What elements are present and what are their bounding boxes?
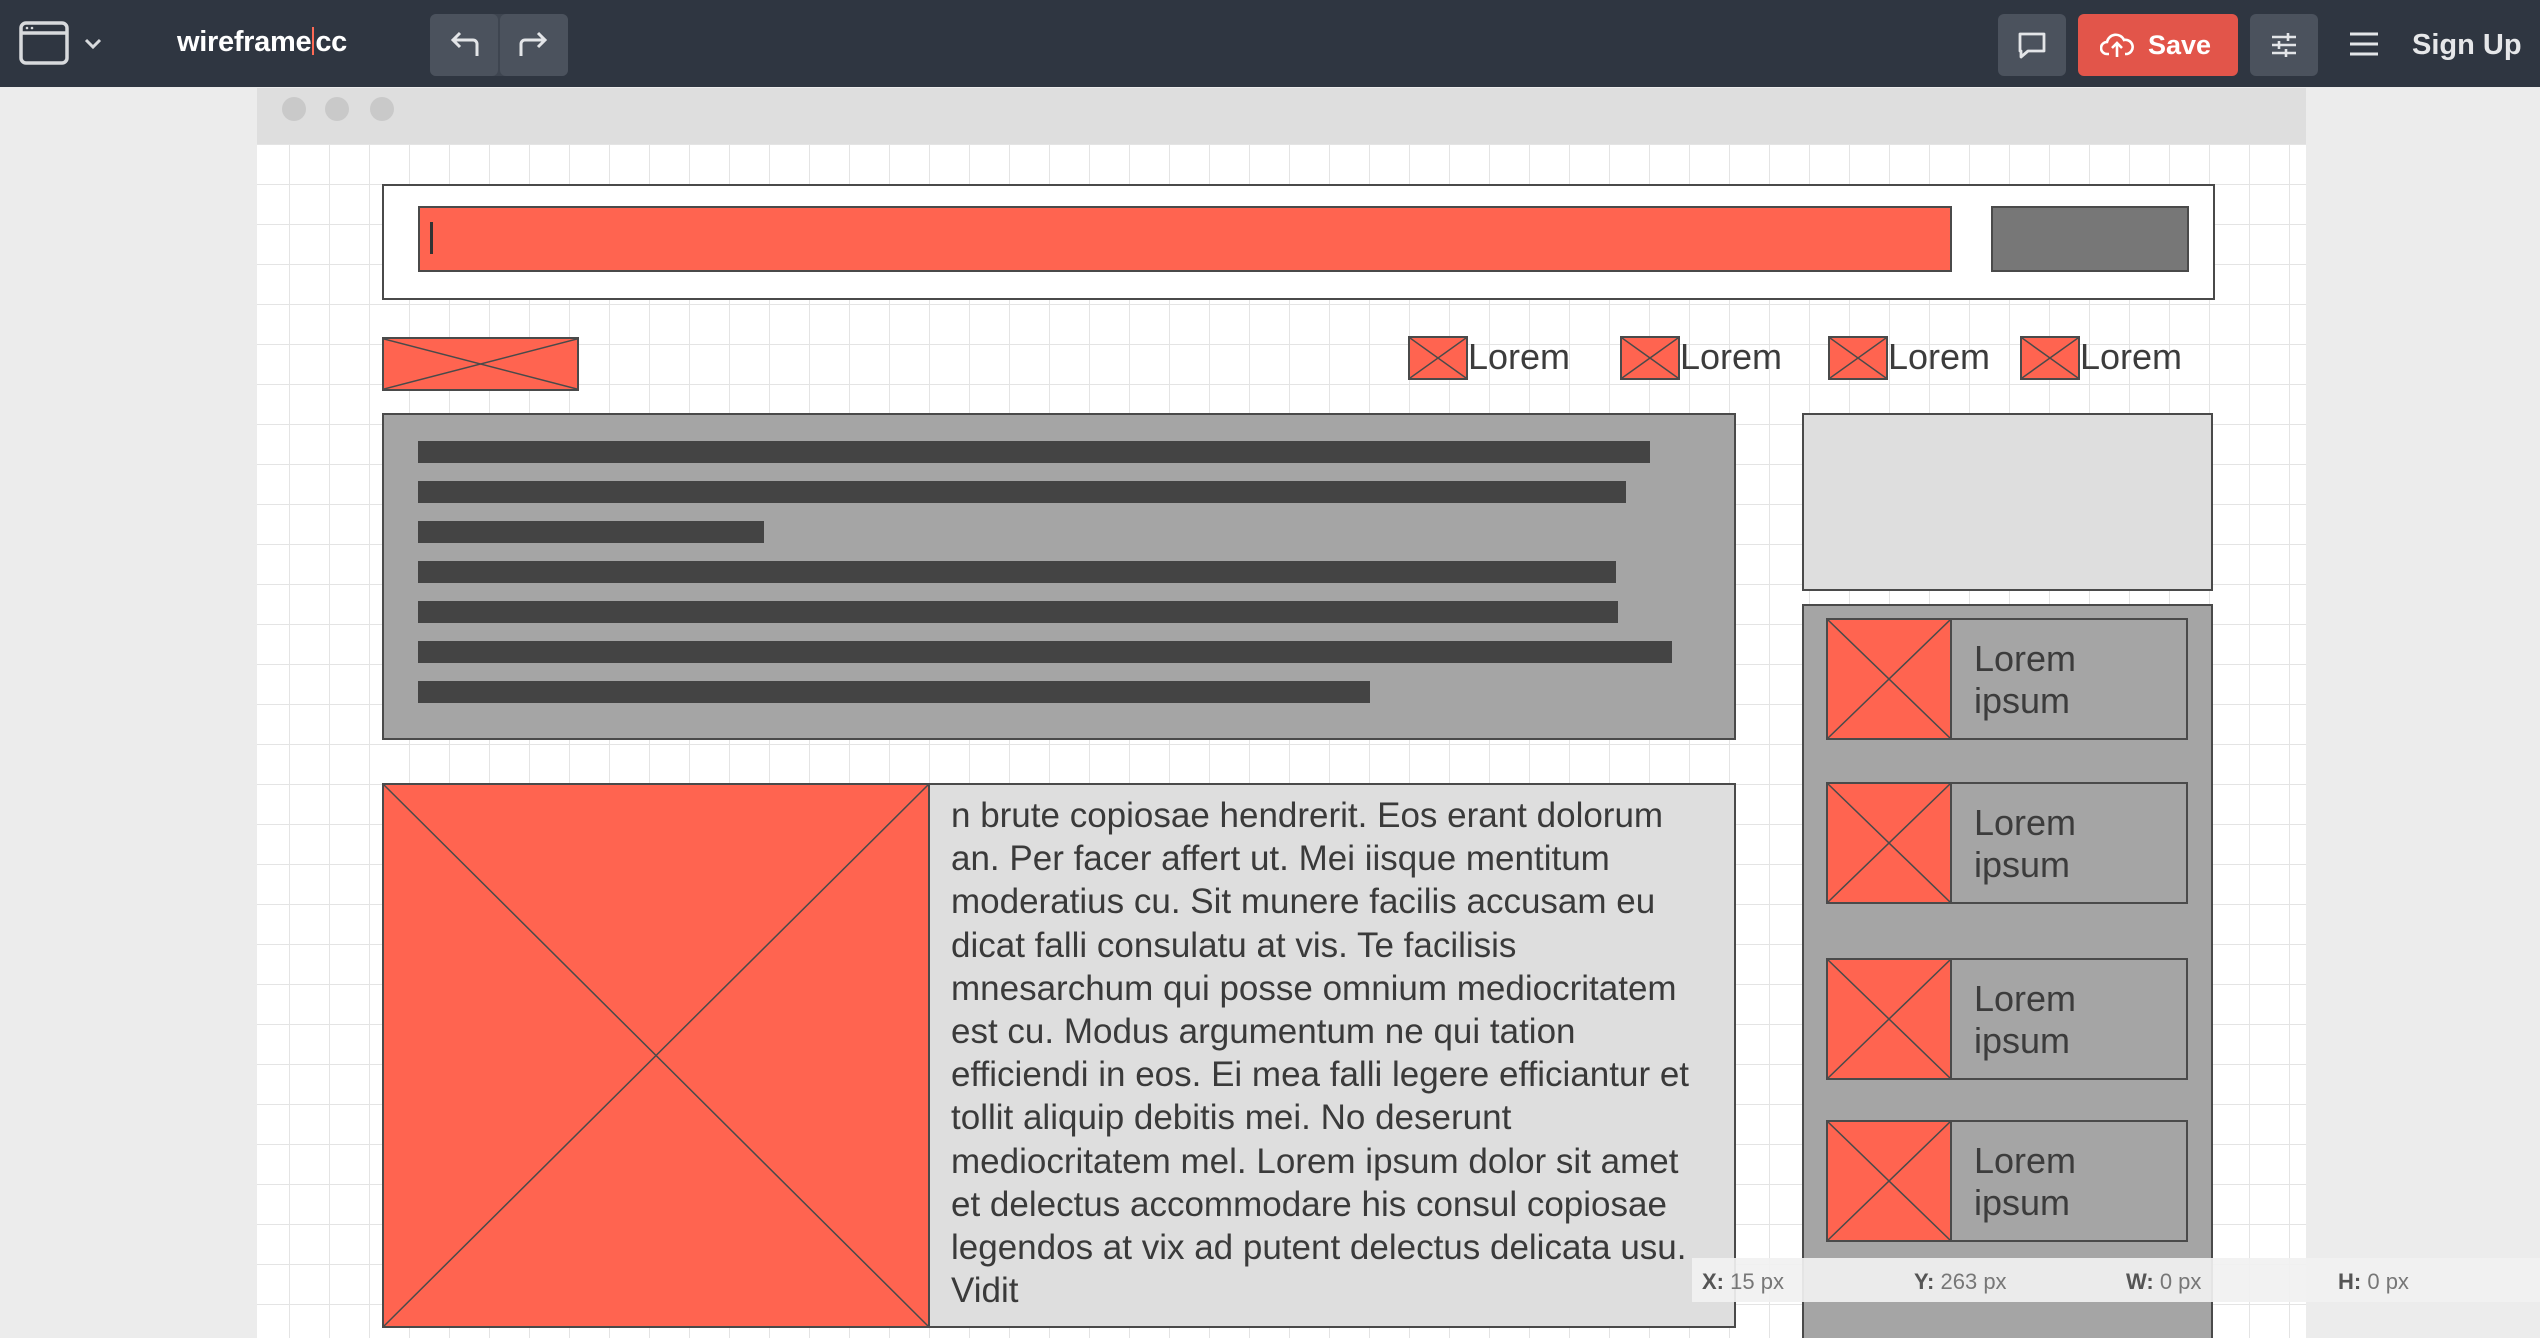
redo-icon [519,31,548,56]
width-readout: W: 0 px [2126,1269,2202,1294]
nav-icon-placeholder [1828,336,1888,380]
text-line-placeholder [418,681,1370,703]
undo-button[interactable] [430,14,498,76]
text-line-placeholder [418,481,1626,503]
redo-button[interactable] [500,14,568,76]
sliders-icon [2272,33,2296,57]
nav-item-label: Lorem [1888,336,1991,377]
sidebar-item-image [1828,784,1952,902]
sidebar-list-item[interactable]: Lorem ipsum [1826,958,2188,1080]
cloud-upload-icon [2100,33,2134,57]
sidebar-item-image [1828,960,1952,1078]
nav-item-label: Lorem [1468,336,1571,377]
text-cursor [430,222,433,254]
sidebar-item-label: Lorem ipsum [1974,802,2077,885]
app-name-right: cc [315,26,347,58]
settings-button[interactable] [2250,14,2318,76]
sidebar-item-label: Lorem ipsum [1974,978,2077,1061]
nav-item[interactable]: Lorem [2020,336,2185,382]
app-logo: wireframe cc [177,26,347,59]
logo-placeholder[interactable] [382,337,579,391]
nav-icon-placeholder [1408,336,1468,380]
sidebar-item-label: Lorem ipsum [1974,1140,2077,1223]
y-coordinate: Y: 263 px [1914,1269,2007,1294]
sidebar-list-item[interactable]: Lorem ipsum [1826,782,2188,904]
nav-item[interactable]: Lorem [1828,336,1993,382]
nav-icon-placeholder [2020,336,2080,380]
search-button[interactable] [1991,206,2189,272]
search-input[interactable] [418,206,1952,272]
undo-icon [450,31,479,56]
sidebar-item-label: Lorem ipsum [1974,638,2077,721]
chevron-down-icon[interactable] [83,37,103,51]
sidebar-item-image [1828,1122,1952,1240]
window-dot [370,97,394,121]
nav-item[interactable]: Lorem [1408,336,1573,382]
nav-item[interactable]: Lorem [1620,336,1785,382]
window-dot [325,97,349,121]
sign-up-link[interactable]: Sign Up [2412,29,2522,62]
x-coordinate: X: 15 px [1702,1269,1784,1294]
comment-icon [2018,32,2046,59]
browser-frame-bar [257,88,2306,144]
undo-redo-group [430,14,568,76]
text-line-placeholder [418,441,1650,463]
nav-icon-placeholder [1620,336,1680,380]
save-button[interactable]: Save [2078,14,2238,76]
content-paragraph: n brute copiosae hendrerit. Eos erant do… [951,796,1690,1311]
text-line-placeholder [418,641,1672,663]
window-dot [282,97,306,121]
nav-item-label: Lorem [1680,336,1783,377]
window-icon[interactable] [18,20,70,66]
save-label: Save [2148,30,2212,60]
text-line-placeholder [418,561,1616,583]
text-line-placeholder [418,601,1618,623]
sidebar-list-item[interactable]: Lorem ipsum [1826,1120,2188,1242]
content-image-placeholder[interactable] [382,783,930,1328]
sidebar-top-box[interactable] [1802,413,2213,591]
app-name-left: wireframe [177,26,312,58]
sidebar-item-image [1828,620,1952,738]
coordinates-bar: X: 15 px Y: 263 px W: 0 px H: 0 px [1692,1258,2540,1302]
nav-item-label: Lorem [2080,336,2183,377]
top-toolbar: wireframe cc Save Sign Up [0,0,2540,87]
text-line-placeholder [418,521,764,543]
height-readout: H: 0 px [2338,1269,2409,1294]
hamburger-icon[interactable] [2348,30,2380,58]
sidebar-list-item[interactable]: Lorem ipsum [1826,618,2188,740]
comment-button[interactable] [1998,14,2066,76]
